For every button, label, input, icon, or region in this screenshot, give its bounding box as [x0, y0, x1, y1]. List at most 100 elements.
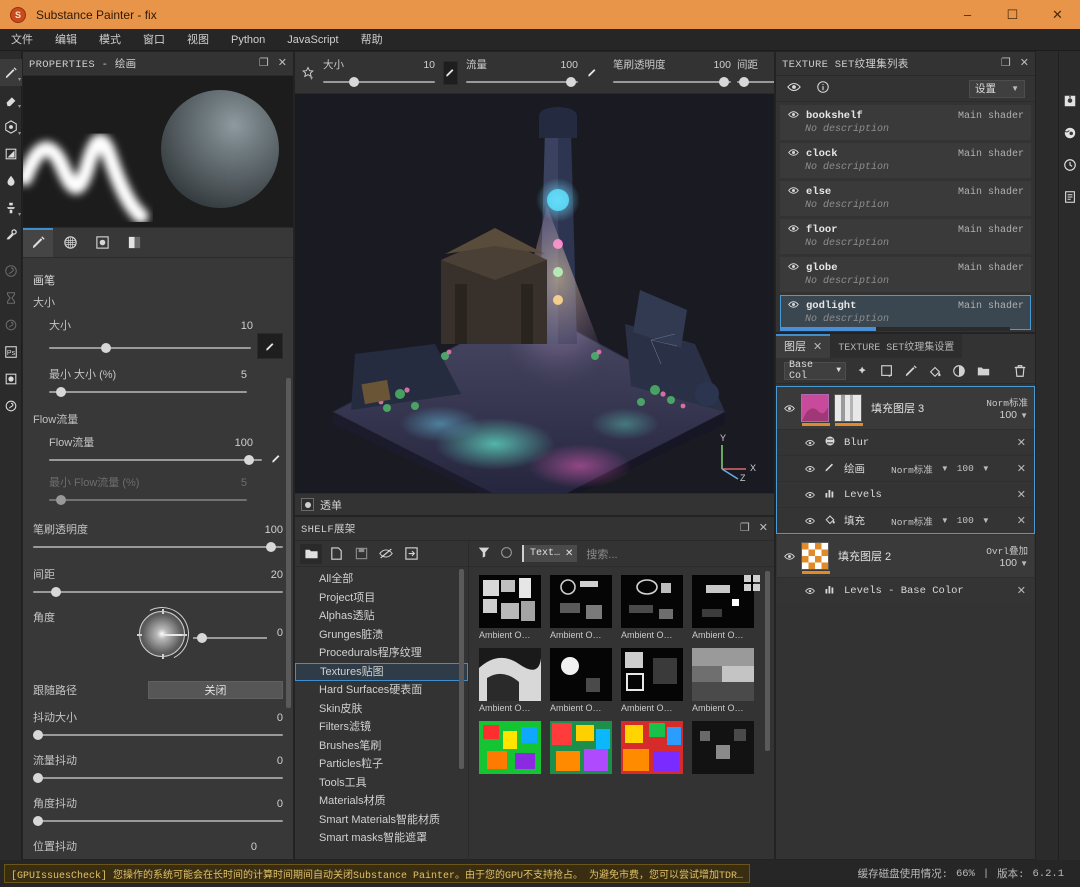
layer-blend-mode[interactable]: Norm标准	[986, 395, 1028, 409]
viewport-size-pen-toggle[interactable]	[443, 60, 458, 85]
filter-tag-chip[interactable]: Text… ✕	[522, 545, 578, 562]
smudge-tool[interactable]	[0, 167, 22, 194]
shelf-category-scrollbar[interactable]	[459, 569, 464, 837]
min-size-slider[interactable]	[49, 385, 247, 399]
shelf-category-hard-surfaces[interactable]: Hard Surfaces硬表面	[295, 681, 468, 700]
eraser-tool[interactable]: ▾	[0, 86, 22, 113]
eye-toggle-icon[interactable]	[787, 261, 800, 275]
shelf-item[interactable]: Ambient O…	[550, 575, 612, 640]
shelf-category-smart-masks[interactable]: Smart masks智能遮罩	[295, 829, 468, 848]
layer-group[interactable]: 填充图层 3 Norm标准 100 ▼ Blur ✕ 绘画 Norm标准 ▼ 1…	[776, 386, 1035, 534]
effect-opacity[interactable]: 100	[957, 515, 974, 526]
shelf-item[interactable]	[479, 721, 541, 776]
iray-render-tool[interactable]	[0, 365, 22, 392]
material-sphere-tool[interactable]	[0, 257, 22, 284]
shelf-category-project[interactable]: Project项目	[295, 589, 468, 608]
size-pen-pressure-toggle[interactable]	[257, 333, 283, 359]
channel-select[interactable]: Base Col ▼	[784, 360, 846, 382]
eye-toggle-icon[interactable]	[787, 109, 800, 123]
shelf-category-tools[interactable]: Tools工具	[295, 774, 468, 793]
menu-python[interactable]: Python	[220, 29, 276, 51]
shelf-category-grunges[interactable]: Grunges脏渍	[295, 626, 468, 645]
shelf-category-all[interactable]: All全部	[295, 570, 468, 589]
properties-float-button[interactable]: ❐	[259, 58, 269, 69]
shelf-item[interactable]	[550, 721, 612, 776]
shelf-category-textures[interactable]: Textures贴图	[295, 662, 468, 681]
viewport-opacity-slider[interactable]	[613, 75, 731, 89]
texture-set-item[interactable]: globe Main shader No description	[780, 257, 1031, 292]
add-fill-layer-icon[interactable]	[928, 364, 942, 378]
add-mask-icon[interactable]	[880, 364, 894, 378]
layer-opacity[interactable]: 100	[999, 409, 1017, 421]
shelf-item[interactable]	[692, 721, 754, 776]
shelf-float-button[interactable]: ❐	[740, 523, 750, 534]
menu-edit[interactable]: 编辑	[44, 29, 88, 51]
texture-set-item[interactable]: godlight Main shader No description	[780, 295, 1031, 330]
texture-set-item[interactable]: else Main shader No description	[780, 181, 1031, 216]
shelf-category-filters[interactable]: Filters滤镜	[295, 718, 468, 737]
log-icon[interactable]	[1059, 181, 1080, 213]
folder-icon[interactable]	[300, 543, 322, 564]
material-tab[interactable]	[87, 229, 117, 257]
shelf-search-input[interactable]: 搜索...	[586, 546, 617, 562]
layer-row[interactable]: 填充图层 2 Ovrl叠加 100 ▼	[777, 535, 1034, 577]
layer-effect-row[interactable]: 绘画 Norm标准 ▼ 100 ▼ ✕	[777, 455, 1034, 481]
substance-source-tool[interactable]	[0, 392, 22, 419]
eye-toggle-icon[interactable]	[787, 223, 800, 237]
shelf-category-skin[interactable]: Skin皮肤	[295, 700, 468, 719]
texture-set-item[interactable]: bookshelf Main shader No description	[780, 105, 1031, 140]
effect-remove-icon[interactable]: ✕	[1017, 584, 1026, 597]
layer-visibility-icon[interactable]	[783, 551, 796, 562]
jitter-angle-slider[interactable]	[33, 814, 283, 828]
eye-toggle-icon[interactable]	[787, 147, 800, 161]
environment-icon[interactable]	[1059, 117, 1080, 149]
min-flow-slider[interactable]	[49, 493, 247, 507]
effect-remove-icon[interactable]: ✕	[1017, 514, 1026, 527]
texture-set-hscrollbar[interactable]	[780, 327, 1010, 331]
viewport-flow-slider[interactable]	[466, 75, 578, 89]
jitter-size-slider[interactable]	[33, 728, 283, 742]
import-icon[interactable]	[400, 544, 422, 564]
substance-node-tool[interactable]	[0, 311, 22, 338]
menu-file[interactable]: 文件	[0, 29, 44, 51]
layer-row[interactable]: 填充图层 3 Norm标准 100 ▼	[777, 387, 1034, 429]
close-button[interactable]: ✕	[1035, 0, 1080, 29]
layer-thumbnail[interactable]	[801, 394, 830, 426]
brush-tab[interactable]	[23, 227, 53, 257]
alpha-tab[interactable]	[55, 229, 85, 257]
minimize-button[interactable]: –	[945, 0, 990, 29]
tab-layers[interactable]: 图层 ✕	[776, 334, 831, 358]
effect-remove-icon[interactable]: ✕	[1017, 436, 1026, 449]
texture-set-item[interactable]: floor Main shader No description	[780, 219, 1031, 254]
layer-blend-mode[interactable]: Ovrl叠加	[986, 543, 1028, 557]
shelf-category-particles[interactable]: Particles粒子	[295, 755, 468, 774]
layer-group[interactable]: 填充图层 2 Ovrl叠加 100 ▼ Levels - Base Color	[776, 534, 1035, 604]
projection-tool[interactable]: ▾	[0, 113, 22, 140]
flow-pen-pressure-toggle[interactable]	[270, 452, 283, 465]
polygon-fill-tool[interactable]	[0, 140, 22, 167]
effect-blend-mode[interactable]: Norm标准	[891, 462, 933, 476]
layer-effect-row[interactable]: Blur ✕	[777, 429, 1034, 455]
shelf-item[interactable]: Ambient O…	[479, 648, 541, 713]
eyedropper-tool[interactable]	[0, 221, 22, 248]
shelf-category-materials[interactable]: Materials材质	[295, 792, 468, 811]
spacing-slider[interactable]	[33, 585, 283, 599]
eye-toggle-icon[interactable]	[786, 80, 802, 97]
layer-effect-row[interactable]: 填充 Norm标准 ▼ 100 ▼ ✕	[777, 507, 1034, 533]
layer-effect-row[interactable]: Levels ✕	[777, 481, 1034, 507]
shelf-item[interactable]: Ambient O…	[621, 648, 683, 713]
add-effect-icon[interactable]	[856, 364, 870, 378]
perspective-toggle-checkbox[interactable]	[301, 498, 314, 511]
3d-scene-render[interactable]: Y X Z	[295, 94, 774, 515]
shelf-item[interactable]	[621, 721, 683, 776]
photoshop-link-tool[interactable]: Ps	[0, 338, 22, 365]
menu-window[interactable]: 窗口	[132, 29, 176, 51]
circle-icon[interactable]	[500, 546, 513, 562]
angle-dial[interactable]	[137, 609, 187, 659]
effect-visibility-icon[interactable]	[803, 586, 816, 596]
angle-slider[interactable]	[193, 631, 267, 645]
shelf-item[interactable]: Ambient O…	[692, 648, 754, 713]
layer-opacity[interactable]: 100	[999, 557, 1017, 569]
gradient-tab[interactable]	[119, 229, 149, 257]
menu-view[interactable]: 视图	[176, 29, 220, 51]
